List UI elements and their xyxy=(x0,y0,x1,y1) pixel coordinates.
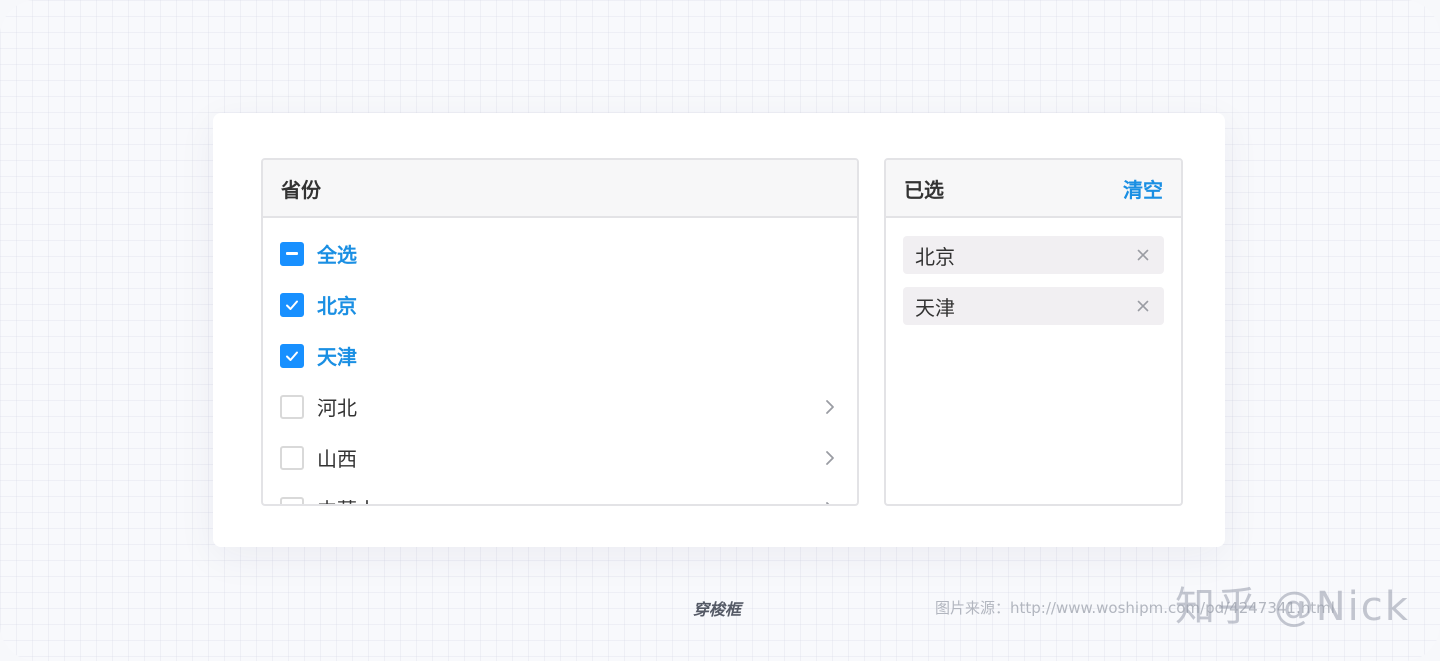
neimenggu-checkbox[interactable] xyxy=(280,496,304,504)
list-item-label: 北京 xyxy=(317,294,357,318)
list-item-label: 山西 xyxy=(317,447,357,471)
selected-tag-label: 北京 xyxy=(915,244,955,269)
hebei-checkbox[interactable] xyxy=(280,394,304,419)
close-icon[interactable] xyxy=(1136,299,1150,313)
chevron-right-icon[interactable] xyxy=(823,398,837,416)
tianjin-checkbox[interactable] xyxy=(280,343,304,368)
check-icon xyxy=(286,351,298,361)
source-panel-header: 省份 xyxy=(263,160,857,218)
shanxi-checkbox[interactable] xyxy=(280,445,304,470)
close-icon[interactable] xyxy=(1136,248,1150,262)
list-item-tianjin[interactable]: 天津 xyxy=(263,330,857,381)
selected-panel-header: 已选 清空 xyxy=(886,160,1181,218)
selected-tags: 北京 天津 xyxy=(886,218,1181,356)
chevron-right-icon[interactable] xyxy=(823,500,837,507)
check-icon xyxy=(286,300,298,310)
selected-panel: 已选 清空 北京 天津 xyxy=(884,158,1183,506)
selected-tag-label: 天津 xyxy=(915,295,955,320)
chevron-right-icon[interactable] xyxy=(823,449,837,467)
source-list: 全选 北京 天津 河北 山西 xyxy=(263,218,857,507)
clear-button[interactable]: 清空 xyxy=(1123,174,1163,203)
select-all-row[interactable]: 全选 xyxy=(263,228,857,279)
beijing-checkbox[interactable] xyxy=(280,292,304,317)
select-all-checkbox[interactable] xyxy=(280,241,304,266)
figure-caption: 穿梭框 xyxy=(693,600,742,619)
source-panel: 省份 全选 北京 天津 河北 山西 xyxy=(261,158,859,506)
list-item-beijing[interactable]: 北京 xyxy=(263,279,857,330)
watermark: 知乎 @Nick xyxy=(1175,584,1410,630)
selected-tag: 天津 xyxy=(903,287,1164,325)
select-all-label: 全选 xyxy=(317,243,357,267)
source-panel-title: 省份 xyxy=(281,177,321,202)
selected-tag: 北京 xyxy=(903,236,1164,274)
list-item-neimenggu[interactable]: 内蒙古 xyxy=(263,483,857,507)
list-item-label: 内蒙古 xyxy=(317,494,377,504)
list-item-label: 河北 xyxy=(317,396,357,420)
selected-panel-title: 已选 xyxy=(904,177,944,202)
list-item-shanxi[interactable]: 山西 xyxy=(263,432,857,483)
list-item-hebei[interactable]: 河北 xyxy=(263,381,857,432)
minus-icon xyxy=(286,252,298,255)
list-item-label: 天津 xyxy=(317,345,357,369)
